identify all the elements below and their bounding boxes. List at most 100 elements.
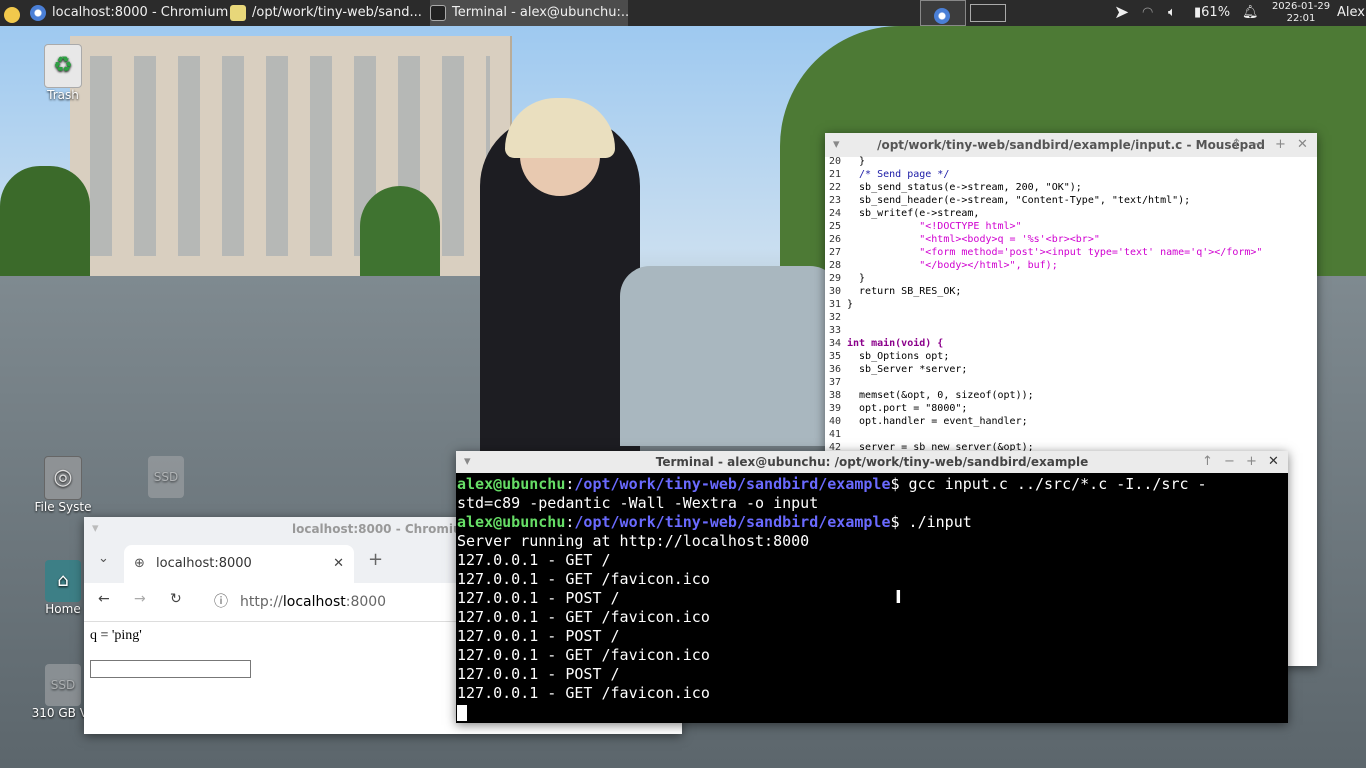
code-line: 30 return SB_RES_OK; bbox=[828, 286, 962, 297]
terminal-cursor bbox=[457, 704, 467, 721]
reload-icon[interactable]: ↻ bbox=[170, 591, 182, 607]
clock[interactable]: 2026-01-29 22:01 bbox=[1268, 0, 1334, 27]
code-line: 36 sb_Server *server; bbox=[828, 364, 968, 375]
globe-icon: ⊕ bbox=[134, 556, 145, 571]
terminal-line: 127.0.0.1 - GET /favicon.ico bbox=[457, 570, 710, 588]
code-lines: 20 } 21 /* Send page */ 22 sb_send_statu… bbox=[825, 155, 1317, 454]
window-menu-icon[interactable]: ▾ bbox=[464, 451, 471, 473]
terminal-line: 127.0.0.1 - POST / bbox=[457, 627, 620, 645]
close-icon[interactable]: ✕ bbox=[1268, 451, 1279, 473]
code-line: 37 bbox=[828, 377, 841, 388]
tab-search-icon[interactable]: ⌄ bbox=[98, 551, 109, 566]
keep-above-icon[interactable]: ↑ bbox=[1202, 451, 1213, 473]
terminal-icon bbox=[430, 4, 446, 21]
maximize-icon[interactable]: + bbox=[1275, 133, 1286, 157]
taskbar-window-terminal[interactable]: Terminal - alex@ubunchu:... bbox=[430, 0, 628, 26]
taskbar-window-mousepad[interactable]: /opt/work/tiny-web/sand... bbox=[230, 0, 428, 26]
code-line: 21 /* Send page */ bbox=[828, 169, 950, 180]
volume-icon[interactable]: 🔈︎ bbox=[1168, 0, 1190, 26]
desktop-icon-label: File Syste bbox=[34, 500, 92, 514]
window-title: localhost:8000 - Chromium bbox=[291, 522, 475, 536]
code-line: 22 sb_send_status(e->stream, 200, "OK"); bbox=[828, 182, 1082, 193]
code-line: 25 "<!DOCTYPE html>" bbox=[828, 221, 1022, 232]
terminal-cursor-line bbox=[457, 703, 1288, 722]
minimize-icon[interactable]: − bbox=[1224, 451, 1235, 473]
site-info-icon[interactable]: ⓘ bbox=[214, 587, 228, 617]
code-line: 20 } bbox=[828, 156, 866, 167]
home-folder-icon: ⌂ bbox=[45, 560, 81, 602]
minimize-icon[interactable]: − bbox=[1253, 133, 1264, 157]
battery-label: 61% bbox=[1201, 5, 1231, 20]
terminal-line: 127.0.0.1 - GET /favicon.ico bbox=[457, 684, 710, 702]
code-line: 34 int main(void) { bbox=[828, 338, 944, 349]
query-input[interactable] bbox=[90, 660, 251, 678]
window-title: Terminal - alex@ubunchu: /opt/work/tiny-… bbox=[655, 455, 1089, 469]
battery-indicator[interactable]: ▮61% bbox=[1194, 0, 1240, 26]
terminal-line: std=c89 -pedantic -Wall -Wextra -o input bbox=[457, 494, 819, 512]
chromium-icon bbox=[934, 7, 950, 24]
app-menu-button[interactable] bbox=[2, 0, 22, 26]
mousepad-titlebar[interactable]: ▾ /opt/work/tiny-web/sandbird/example/in… bbox=[825, 133, 1317, 157]
desktop-icon-trash[interactable]: ♻ Trash bbox=[25, 44, 101, 102]
clock-time: 22:01 bbox=[1286, 13, 1316, 24]
browser-tab[interactable]: ⊕ localhost:8000 ✕ bbox=[124, 545, 354, 583]
back-icon[interactable]: ← bbox=[98, 591, 110, 607]
terminal-line: alex@ubunchu:/opt/work/tiny-web/sandbird… bbox=[457, 513, 972, 531]
mouse-ibeam-icon: Ⅰ bbox=[895, 587, 902, 608]
code-line: 33 bbox=[828, 325, 841, 336]
tab-title: localhost:8000 bbox=[156, 556, 252, 571]
url-scheme: http:// bbox=[240, 594, 283, 610]
code-line: 40 opt.handler = event_handler; bbox=[828, 416, 1028, 427]
code-line: 41 bbox=[828, 429, 841, 440]
trash-icon: ♻ bbox=[44, 44, 82, 88]
terminal-titlebar[interactable]: ▾ Terminal - alex@ubunchu: /opt/work/tin… bbox=[456, 451, 1288, 473]
terminal-line: Server running at http://localhost:8000 bbox=[457, 532, 810, 550]
terminal-line: 127.0.0.1 - POST / bbox=[457, 589, 620, 607]
mousepad-icon bbox=[230, 4, 246, 21]
code-line: 27 "<form method='post'><input type='tex… bbox=[828, 247, 1263, 258]
ssd-icon: SSD bbox=[148, 456, 184, 498]
code-line: 23 sb_send_header(e->stream, "Content-Ty… bbox=[828, 195, 1191, 206]
maximize-icon[interactable]: + bbox=[1246, 451, 1257, 473]
taskbar-window-label: Terminal - alex@ubunchu:... bbox=[452, 5, 628, 20]
terminal-line: 127.0.0.1 - GET /favicon.ico bbox=[457, 646, 710, 664]
desktop-icon-filesystem[interactable]: ◎ File Syste bbox=[25, 456, 101, 514]
desktop-icon-label: Trash bbox=[47, 88, 79, 102]
clock-date: 2026-01-29 bbox=[1271, 1, 1331, 12]
url-port: :8000 bbox=[345, 594, 387, 610]
keep-above-icon[interactable]: ↑ bbox=[1231, 133, 1242, 157]
wifi-icon[interactable]: ◠ bbox=[1142, 0, 1164, 26]
window-menu-icon[interactable]: ▾ bbox=[833, 133, 840, 157]
taskbar: localhost:8000 - Chromium /opt/work/tiny… bbox=[0, 0, 1366, 26]
close-icon[interactable]: ✕ bbox=[1297, 133, 1308, 157]
code-line: 29 } bbox=[828, 273, 866, 284]
close-tab-icon[interactable]: ✕ bbox=[333, 545, 344, 583]
app-menu-icon bbox=[4, 7, 20, 23]
taskbar-window-chromium[interactable]: localhost:8000 - Chromium bbox=[30, 0, 228, 26]
code-line: 24 sb_writef(e->stream, bbox=[828, 208, 980, 219]
code-line: 38 memset(&opt, 0, sizeof(opt)); bbox=[828, 390, 1034, 401]
telegram-icon[interactable]: ➤ bbox=[1114, 0, 1136, 26]
code-line: 32 bbox=[828, 312, 841, 323]
code-line: 35 sb_Options opt; bbox=[828, 351, 950, 362]
terminal-line: 127.0.0.1 - GET / bbox=[457, 551, 611, 569]
desktop-icon-ssd[interactable]: SSD bbox=[128, 456, 204, 498]
code-line: 31} bbox=[828, 299, 854, 310]
code-line: 26 "<html><body>q = '%s'<br><br>" bbox=[828, 234, 1100, 245]
user-menu[interactable]: Alex bbox=[1337, 0, 1366, 26]
window-menu-icon[interactable]: ▾ bbox=[92, 517, 99, 541]
terminal-line: alex@ubunchu:/opt/work/tiny-web/sandbird… bbox=[457, 475, 1207, 493]
workspace-preview bbox=[970, 4, 1006, 22]
notification-bell-icon[interactable]: 🔔︎ bbox=[1242, 0, 1262, 26]
terminal-output[interactable]: alex@ubunchu:/opt/work/tiny-web/sandbird… bbox=[456, 473, 1288, 723]
workspace-1[interactable] bbox=[920, 0, 966, 26]
code-line: 28 "</body></html>", buf); bbox=[828, 260, 1058, 271]
forward-icon[interactable]: → bbox=[134, 591, 146, 607]
new-tab-icon[interactable]: + bbox=[368, 549, 383, 570]
filesystem-icon: ◎ bbox=[44, 456, 82, 500]
terminal-line: 127.0.0.1 - POST / bbox=[457, 665, 620, 683]
workspace-2[interactable] bbox=[966, 0, 1010, 26]
url-host: localhost bbox=[282, 594, 346, 610]
taskbar-window-label: /opt/work/tiny-web/sand... bbox=[252, 5, 422, 20]
drive-icon: SSD bbox=[45, 664, 81, 706]
